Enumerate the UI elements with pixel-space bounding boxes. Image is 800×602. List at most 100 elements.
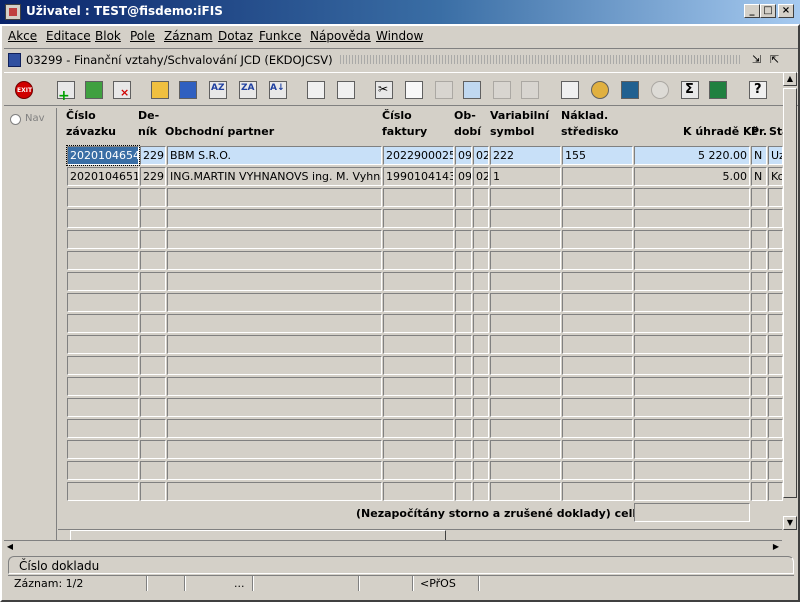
cell-pr[interactable] (751, 461, 767, 480)
cell-obdobi-r[interactable] (473, 230, 489, 249)
cell-stav[interactable] (768, 356, 783, 375)
cell-k-uhrade[interactable] (634, 440, 750, 459)
cell-partner[interactable] (167, 482, 382, 501)
cell-obdobi-m[interactable] (455, 356, 472, 375)
cell-var-symbol[interactable] (490, 272, 561, 291)
cell-cislo-zavazku[interactable]: 2020104651 (67, 167, 139, 186)
cell-k-uhrade[interactable]: 5 220.00 (634, 146, 750, 165)
cell-denik[interactable] (140, 461, 166, 480)
clock-icon[interactable] (648, 78, 672, 102)
cell-obdobi-r[interactable] (473, 356, 489, 375)
cell-obdobi-m[interactable] (455, 377, 472, 396)
close-button[interactable]: × (778, 4, 794, 18)
cell-denik[interactable] (140, 482, 166, 501)
cell-pr[interactable] (751, 440, 767, 459)
cell-obdobi-r[interactable] (473, 482, 489, 501)
menu-blok[interactable]: Blok (95, 29, 121, 43)
cell-k-uhrade[interactable] (634, 314, 750, 333)
cell-partner[interactable] (167, 419, 382, 438)
cell-cislo-zavazku[interactable] (67, 440, 139, 459)
cell-var-symbol[interactable] (490, 461, 561, 480)
cell-k-uhrade[interactable] (634, 335, 750, 354)
cell-cislo-zavazku[interactable] (67, 314, 139, 333)
cell-stav[interactable] (768, 377, 783, 396)
settings-icon[interactable] (588, 78, 612, 102)
excel-icon[interactable] (706, 78, 730, 102)
form-vertical-scrollbar[interactable]: ▲ ▼ (783, 72, 797, 530)
cell-partner[interactable] (167, 251, 382, 270)
cut-icon[interactable]: ✂ (372, 78, 396, 102)
cell-k-uhrade[interactable] (634, 482, 750, 501)
cell-cislo-zavazku[interactable] (67, 293, 139, 312)
cell-pr[interactable] (751, 314, 767, 333)
cell-cislo-faktury[interactable] (383, 209, 454, 228)
cell-k-uhrade[interactable] (634, 461, 750, 480)
cell-stav[interactable] (768, 440, 783, 459)
form-scroll-thumb[interactable] (783, 88, 797, 498)
cell-partner[interactable] (167, 335, 382, 354)
form-horizontal-scrollbar[interactable]: ◀ ▶ (4, 540, 782, 552)
cell-cislo-faktury[interactable] (383, 419, 454, 438)
cell-obdobi-m[interactable] (455, 230, 472, 249)
cell-naklad[interactable] (562, 377, 633, 396)
menu-window[interactable]: Window (376, 29, 423, 43)
cell-cislo-zavazku[interactable] (67, 377, 139, 396)
cell-stav[interactable] (768, 188, 783, 207)
menu-napoveda[interactable]: Nápověda (310, 29, 371, 43)
cell-cislo-faktury[interactable] (383, 335, 454, 354)
cell-pr[interactable] (751, 398, 767, 417)
cell-partner[interactable] (167, 398, 382, 417)
cell-obdobi-r[interactable] (473, 377, 489, 396)
cell-cislo-zavazku[interactable] (67, 188, 139, 207)
cell-stav[interactable] (768, 230, 783, 249)
cell-cislo-faktury[interactable]: 1990104143 (383, 167, 454, 186)
cell-cislo-zavazku[interactable] (67, 356, 139, 375)
cell-var-symbol[interactable]: 222 (490, 146, 561, 165)
cell-cislo-zavazku[interactable] (67, 482, 139, 501)
list-icon[interactable] (490, 78, 514, 102)
scroll-left-button[interactable]: ◀ (4, 541, 16, 553)
cell-var-symbol[interactable] (490, 356, 561, 375)
cell-stav[interactable] (768, 398, 783, 417)
form-minimize-icon[interactable]: ⇲ (752, 53, 761, 66)
cell-cislo-faktury[interactable] (383, 230, 454, 249)
cell-denik[interactable] (140, 230, 166, 249)
cell-obdobi-r[interactable]: 02 (473, 146, 489, 165)
print-icon[interactable] (304, 78, 328, 102)
cell-obdobi-m[interactable] (455, 419, 472, 438)
menu-dotaz[interactable]: Dotaz (218, 29, 253, 43)
cell-obdobi-r[interactable] (473, 314, 489, 333)
find-icon[interactable] (460, 78, 484, 102)
sort-multi-icon[interactable]: A↓ (266, 78, 290, 102)
cell-k-uhrade[interactable] (634, 356, 750, 375)
cell-pr[interactable]: N (751, 146, 767, 165)
cell-naklad[interactable] (562, 188, 633, 207)
cell-obdobi-r[interactable] (473, 272, 489, 291)
cell-denik[interactable] (140, 440, 166, 459)
sort-asc-icon[interactable]: AZ (206, 78, 230, 102)
cell-naklad[interactable] (562, 230, 633, 249)
delete-record-icon[interactable]: × (110, 78, 134, 102)
cell-obdobi-m[interactable] (455, 209, 472, 228)
sum-icon[interactable]: Σ (678, 78, 702, 102)
cell-cislo-faktury[interactable] (383, 377, 454, 396)
cell-denik[interactable] (140, 398, 166, 417)
cell-denik[interactable] (140, 314, 166, 333)
cell-partner[interactable]: ING.MARTIN VYHNANOVS ing. M. Vyhnanov (167, 167, 382, 186)
cell-obdobi-m[interactable] (455, 398, 472, 417)
menu-zaznam[interactable]: Záznam (164, 29, 213, 43)
cell-k-uhrade[interactable] (634, 398, 750, 417)
cell-naklad[interactable] (562, 167, 633, 186)
cell-obdobi-r[interactable] (473, 209, 489, 228)
cell-k-uhrade[interactable] (634, 272, 750, 291)
cell-k-uhrade[interactable] (634, 188, 750, 207)
cell-naklad[interactable] (562, 419, 633, 438)
cell-stav[interactable] (768, 314, 783, 333)
cell-cislo-zavazku[interactable] (67, 461, 139, 480)
cell-denik[interactable] (140, 377, 166, 396)
cell-obdobi-m[interactable]: 09 (455, 146, 472, 165)
cell-denik[interactable]: 229 (140, 167, 166, 186)
scroll-right-button[interactable]: ▶ (770, 541, 782, 553)
cell-stav[interactable] (768, 209, 783, 228)
cell-k-uhrade[interactable] (634, 377, 750, 396)
